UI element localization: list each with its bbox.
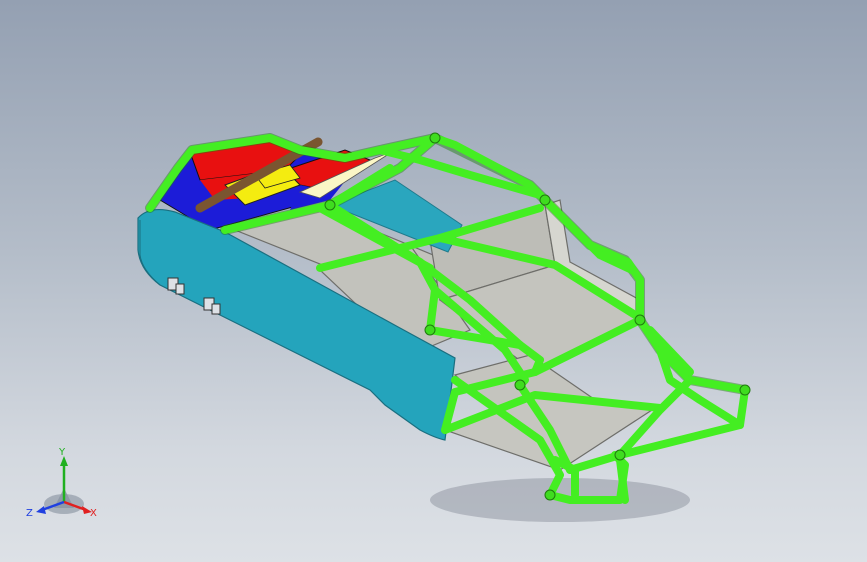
z-axis-arrow — [36, 506, 46, 514]
graphics-viewport[interactable]: Y X Z — [0, 0, 867, 562]
coordinate-triad[interactable]: Y X Z — [24, 446, 104, 526]
y-axis-label: Y — [58, 447, 66, 458]
model-view[interactable] — [0, 0, 867, 562]
z-axis-label: Z — [26, 508, 33, 519]
x-axis-label: X — [90, 508, 97, 519]
